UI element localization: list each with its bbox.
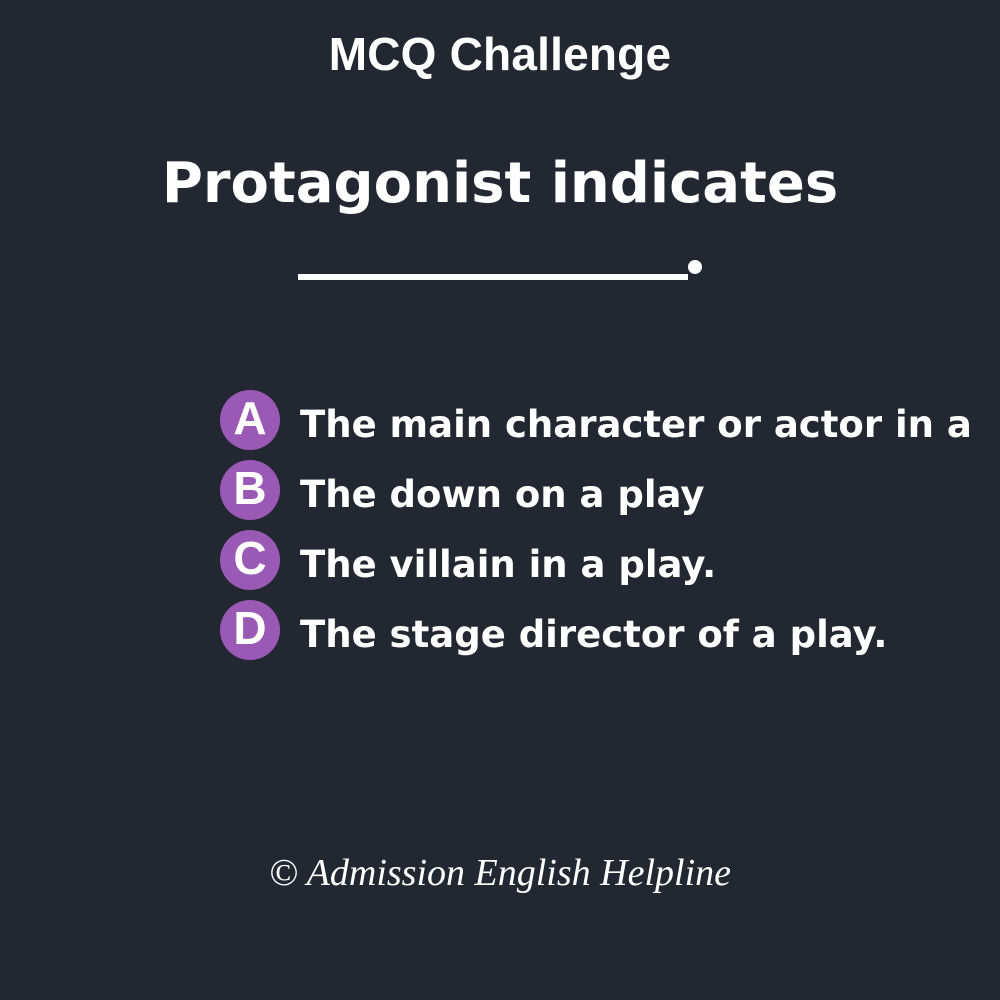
option-a-letter: A — [233, 392, 267, 444]
question-text: Protagonist indicates — [161, 151, 839, 216]
answer-blank-period — [688, 260, 702, 274]
option-c-badge: C — [220, 530, 280, 590]
option-c-text: The villain in a play. — [300, 543, 717, 586]
option-b-badge: B — [220, 460, 280, 520]
option-c-letter: C — [233, 532, 267, 584]
option-a-text: The main character or actor in a — [300, 403, 972, 446]
option-a[interactable]: A The main character or actor in a — [220, 390, 1000, 460]
page-title: MCQ Challenge — [328, 28, 672, 80]
options-list: A The main character or actor in a B The… — [220, 390, 1000, 670]
option-d-badge: D — [220, 600, 280, 660]
answer-blank-line — [298, 274, 688, 280]
option-d[interactable]: D The stage director of a play. — [220, 600, 1000, 670]
option-a-badge: A — [220, 390, 280, 450]
option-b[interactable]: B The down on a play — [220, 460, 1000, 530]
option-d-letter: D — [233, 602, 267, 654]
option-b-text: The down on a play — [300, 473, 705, 516]
copyright-footer: © Admission English Helpline — [269, 852, 731, 894]
option-c[interactable]: C The villain in a play. — [220, 530, 1000, 600]
option-b-letter: B — [233, 462, 267, 514]
option-d-text: The stage director of a play. — [300, 613, 888, 656]
